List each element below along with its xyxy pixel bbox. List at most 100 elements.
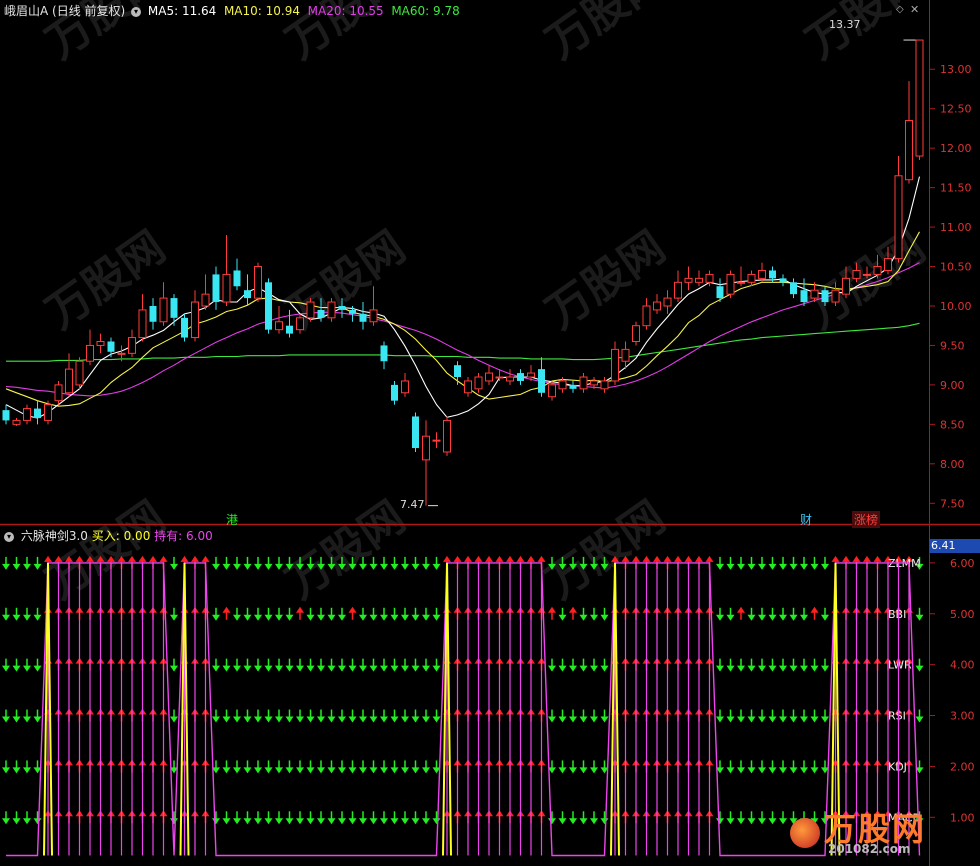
ma10-readout: MA10: 10.94 bbox=[223, 4, 300, 18]
settings-dropdown-icon[interactable]: ▾ bbox=[131, 6, 142, 17]
candle-body-up bbox=[905, 120, 913, 181]
ma20-readout: MA20: 10.55 bbox=[307, 4, 384, 18]
signal-arrow-down-head bbox=[243, 665, 252, 672]
candle-body-up bbox=[831, 289, 840, 303]
candle-body-up bbox=[737, 281, 745, 284]
signal-arrow-down-head bbox=[359, 614, 367, 621]
signal-arrow-down-head bbox=[380, 767, 388, 774]
candle-body-up bbox=[401, 380, 409, 394]
candle-body-down bbox=[412, 416, 419, 449]
candle-body-up bbox=[54, 384, 63, 402]
signal-arrow-down-head bbox=[233, 665, 241, 672]
signal-arrow-down-head bbox=[548, 818, 556, 825]
price-tick-label: 10.50 bbox=[940, 261, 972, 274]
signal-arrow-up-head bbox=[201, 555, 210, 562]
signal-arrow-down-head bbox=[33, 818, 42, 825]
signal-arrow-down-head bbox=[800, 563, 808, 570]
signal-arrow-down-head bbox=[737, 716, 745, 723]
signal-arrow-down-head bbox=[348, 665, 357, 672]
signal-arrow-down-head bbox=[590, 818, 598, 825]
indicator-settings-icon[interactable]: ▾ bbox=[4, 531, 14, 542]
signal-arrow-down-head bbox=[285, 767, 294, 774]
signal-arrow-down-head bbox=[716, 716, 724, 723]
signal-arrow-up-head bbox=[527, 555, 535, 562]
candle-body-up bbox=[527, 372, 535, 378]
signal-arrow-down-head bbox=[779, 563, 787, 570]
signal-arrow-down-head bbox=[768, 563, 777, 570]
candle-body-up bbox=[705, 273, 714, 283]
signal-arrow-down-head bbox=[422, 818, 430, 825]
signal-arrow-down-head bbox=[338, 767, 346, 774]
signal-arrow-down-head bbox=[810, 716, 819, 723]
diamond-icon[interactable]: ◇ bbox=[896, 4, 904, 15]
signal-arrow-down-head bbox=[390, 818, 399, 825]
signal-arrow-up-head bbox=[464, 555, 472, 562]
signal-arrow-down-head bbox=[411, 665, 420, 672]
signal-arrow-down-head bbox=[726, 716, 735, 723]
signal-arrow-down-head bbox=[758, 563, 766, 570]
signal-arrow-down-head bbox=[569, 665, 577, 672]
signal-arrow-down-head bbox=[222, 716, 231, 723]
signal-arrow-down-head bbox=[243, 716, 252, 723]
signal-arrow-up-head bbox=[485, 555, 493, 562]
candle-body-up bbox=[296, 317, 304, 331]
close-icon[interactable]: ✕ bbox=[910, 3, 919, 16]
signal-arrow-down-head bbox=[758, 818, 766, 825]
high-price-label: 13.37 bbox=[829, 18, 861, 31]
signal-arrow-down-head bbox=[327, 818, 336, 825]
signal-arrow-down-head bbox=[2, 818, 10, 825]
signal-arrow-down-head bbox=[422, 767, 430, 774]
signal-arrow-up-head bbox=[863, 555, 871, 562]
signal-arrow-up-head bbox=[222, 606, 231, 613]
financial-report-marker[interactable]: 财 bbox=[800, 511, 812, 528]
signal-arrow-down-head bbox=[768, 614, 777, 621]
candle-body-down bbox=[769, 270, 776, 279]
signal-arrow-down-head bbox=[233, 614, 241, 621]
signal-arrow-down-head bbox=[590, 614, 598, 621]
signal-arrow-down-head bbox=[338, 818, 346, 825]
candle-body-up bbox=[884, 258, 892, 271]
signal-arrow-down-head bbox=[579, 716, 588, 723]
logo-emblem-icon bbox=[790, 818, 820, 848]
signal-arrow-down-head bbox=[380, 665, 388, 672]
hk-connect-marker[interactable]: 港 bbox=[226, 511, 238, 528]
price-tick-label: 12.50 bbox=[940, 103, 972, 116]
limit-up-list-marker[interactable]: 涨榜 bbox=[852, 511, 881, 528]
signal-arrow-down-head bbox=[338, 614, 346, 621]
indicator-name[interactable]: 六脉神剑3.0 bbox=[21, 529, 88, 543]
signal-arrow-down-head bbox=[401, 767, 409, 774]
indicator-tick-label: 4.00 bbox=[950, 659, 975, 672]
signal-arrow-down-head bbox=[548, 716, 556, 723]
candle-body-up bbox=[653, 301, 661, 311]
signal-arrow-down-head bbox=[579, 665, 588, 672]
signal-arrow-up-head bbox=[443, 555, 451, 562]
signal-arrow-down-head bbox=[558, 818, 567, 825]
chart-mode[interactable]: (日线 前复权) bbox=[52, 4, 125, 18]
signal-arrow-down-head bbox=[558, 665, 567, 672]
signal-arrow-down-head bbox=[401, 614, 409, 621]
signal-arrow-down-head bbox=[296, 767, 304, 774]
signal-arrow-up-head bbox=[348, 606, 357, 613]
signal-arrow-up-head bbox=[842, 555, 850, 562]
stock-name[interactable]: 峨眉山A bbox=[4, 4, 48, 18]
candle-body-up bbox=[632, 325, 640, 342]
candle-body-up bbox=[758, 269, 766, 279]
watermark-text: 万股网 bbox=[537, 492, 674, 609]
signal-arrow-down-head bbox=[264, 665, 273, 672]
signal-arrow-down-head bbox=[369, 614, 378, 621]
candle-body-up bbox=[873, 266, 882, 275]
candle-body-down bbox=[821, 290, 829, 303]
signal-arrow-down-head bbox=[243, 614, 252, 621]
candle-body-down bbox=[391, 384, 398, 401]
signal-arrow-down-head bbox=[569, 716, 577, 723]
candle-body-up bbox=[306, 301, 315, 319]
candle-body-up bbox=[863, 273, 871, 276]
signal-arrow-down-head bbox=[411, 614, 420, 621]
signal-arrow-down-head bbox=[170, 716, 178, 723]
price-tick-label: 7.50 bbox=[940, 497, 965, 510]
candle-body-down bbox=[286, 325, 293, 334]
signal-arrow-down-head bbox=[779, 767, 787, 774]
signal-arrow-down-head bbox=[12, 767, 21, 774]
indicator-tick-label: 6.00 bbox=[950, 557, 975, 570]
signal-arrow-down-head bbox=[33, 716, 42, 723]
